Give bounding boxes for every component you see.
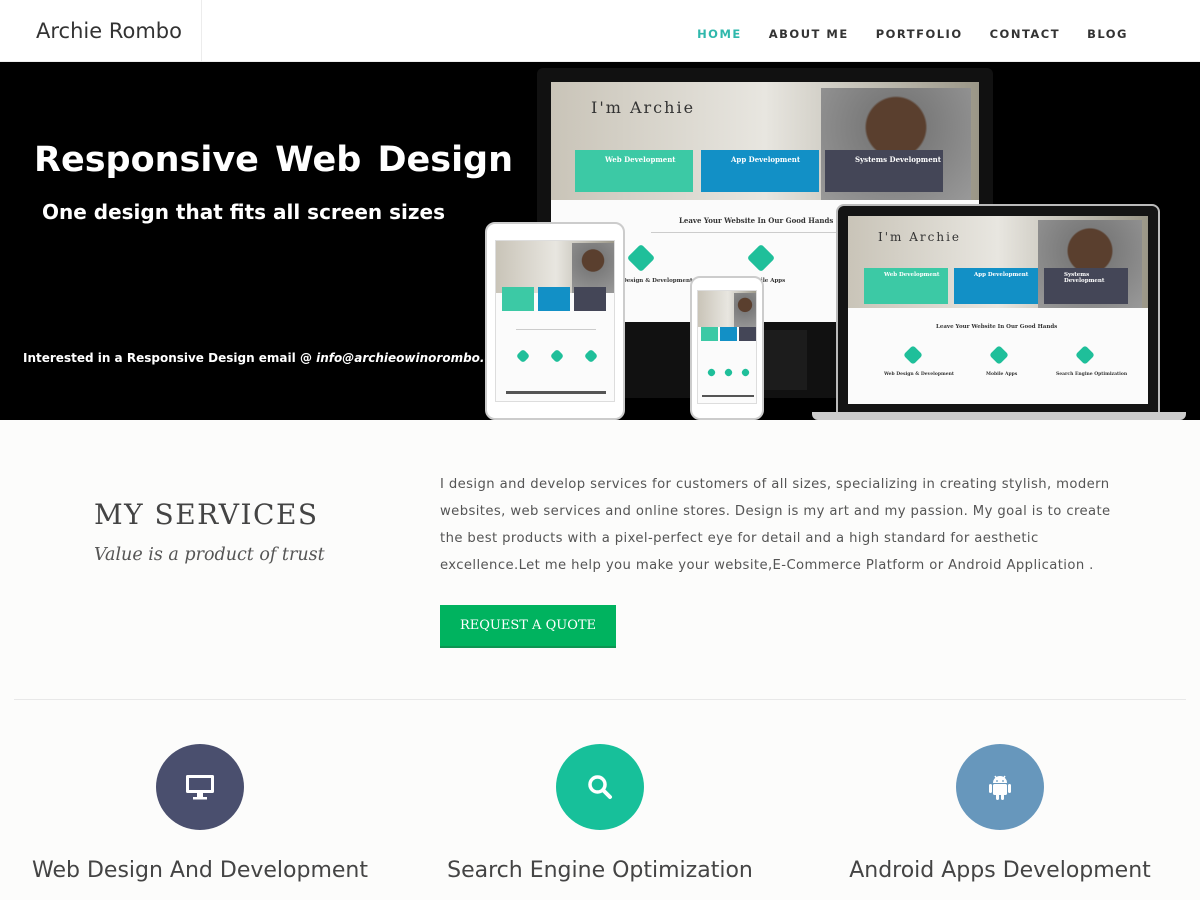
tablet-hex-icon (583, 348, 599, 364)
monitor-icon (186, 775, 214, 800)
laptop-tile-web: Web Development (864, 268, 948, 304)
phone-portrait (734, 293, 756, 327)
search-icon (588, 775, 612, 799)
phone-tile (701, 327, 718, 341)
brand-logo[interactable]: Archie Rombo (0, 0, 202, 62)
phone-tile (739, 327, 756, 341)
main-nav: HOME ABOUT ME PORTFOLIO CONTACT BLOG (670, 0, 1128, 68)
laptop-headline: I'm Archie (878, 230, 962, 244)
services-description: I design and develop services for custom… (440, 477, 1111, 573)
mockup-tile-web: Web Development (575, 150, 693, 192)
phone-footer (702, 395, 754, 397)
mockup-tile-web-label: Web Development (605, 155, 676, 164)
laptop-tile-app-label: App Development (974, 272, 1029, 278)
tablet-tile (574, 287, 606, 311)
feature-web-design-title: Web Design And Development (32, 858, 368, 883)
nav-contact[interactable]: CONTACT (990, 27, 1060, 41)
feature-web-design: Web Design And Development (0, 744, 400, 883)
tablet-tile (538, 287, 570, 311)
mockup-section-heading: Leave Your Website In Our Good Hands (679, 216, 834, 225)
phone-hex-icon (740, 367, 751, 378)
hero-banner: Responsive Web Design One design that fi… (0, 62, 1200, 420)
tablet-footer (506, 391, 606, 394)
nav-about-me[interactable]: ABOUT ME (769, 27, 849, 41)
tablet-mockup-screen (495, 240, 615, 402)
laptop-tile-systems: Systems Development (1044, 268, 1128, 304)
laptop-feature-label: Mobile Apps (986, 372, 1018, 377)
laptop-tile-systems-label: Systems Development (1064, 272, 1105, 284)
nav-portfolio[interactable]: PORTFOLIO (876, 27, 963, 41)
feature-web-design-badge (156, 744, 244, 830)
phone-hex-icon (706, 367, 717, 378)
laptop-mockup-screen: I'm Archie Web Development App Developme… (848, 216, 1148, 404)
tablet-mockup (485, 222, 625, 420)
laptop-tile-web-label: Web Development (884, 272, 940, 278)
nav-blog[interactable]: BLOG (1087, 27, 1128, 41)
laptop-hex-icon (989, 345, 1009, 365)
tablet-portrait (572, 243, 614, 293)
request-quote-button[interactable]: REQUEST A QUOTE (440, 605, 616, 648)
mockup-hex-icon (626, 243, 656, 273)
mockup-hex-icon (746, 243, 776, 273)
feature-android-title: Android Apps Development (849, 858, 1151, 883)
services-title: MY SERVICES (94, 498, 319, 531)
laptop-hex-icon (1075, 345, 1095, 365)
phone-tile (720, 327, 737, 341)
section-divider (14, 699, 1186, 700)
feature-android-badge (956, 744, 1044, 830)
hero-email-address: info@archieowinorombo.com (316, 351, 513, 365)
android-icon (989, 775, 1011, 800)
hero-title: Responsive Web Design (34, 140, 514, 180)
mockup-tile-app: App Development (701, 150, 819, 192)
mockup-headline: I'm Archie (591, 98, 696, 117)
tablet-hex-icon (549, 348, 565, 364)
laptop-feature-label: Search Engine Optimization (1056, 372, 1128, 377)
nav-home[interactable]: HOME (697, 27, 742, 41)
feature-android: Android Apps Development (800, 744, 1200, 883)
tablet-tile (502, 287, 534, 311)
laptop-base (812, 412, 1186, 420)
mockup-tile-systems: Systems Development (825, 150, 943, 192)
phone-mockup (690, 276, 764, 420)
tablet-hex-icon (515, 348, 531, 364)
hero-subtitle: One design that fits all screen sizes (42, 200, 445, 224)
tablet-divider (516, 329, 596, 330)
laptop-mockup: I'm Archie Web Development App Developme… (836, 204, 1160, 414)
phone-hex-icon (723, 367, 734, 378)
site-header: Archie Rombo HOME ABOUT ME PORTFOLIO CON… (0, 0, 1200, 62)
laptop-section-heading: Leave Your Website In Our Good Hands (936, 324, 1058, 330)
mockup-tile-systems-label: Systems Development (855, 155, 941, 164)
feature-seo-badge (556, 744, 644, 830)
hero-email-prefix: Interested in a Responsive Design email … (23, 351, 317, 365)
laptop-tile-app: App Development (954, 268, 1038, 304)
services-subtitle: Value is a product of trust (94, 545, 325, 565)
feature-seo: Search Engine Optimization (400, 744, 800, 883)
phone-mockup-screen (697, 290, 757, 404)
laptop-hex-icon (903, 345, 923, 365)
feature-seo-title: Search Engine Optimization (447, 858, 753, 883)
hero-email-line: Interested in a Responsive Design email … (23, 351, 512, 365)
laptop-feature-label: Web Design & Development (884, 372, 954, 377)
mockup-tile-app-label: App Development (731, 155, 801, 164)
